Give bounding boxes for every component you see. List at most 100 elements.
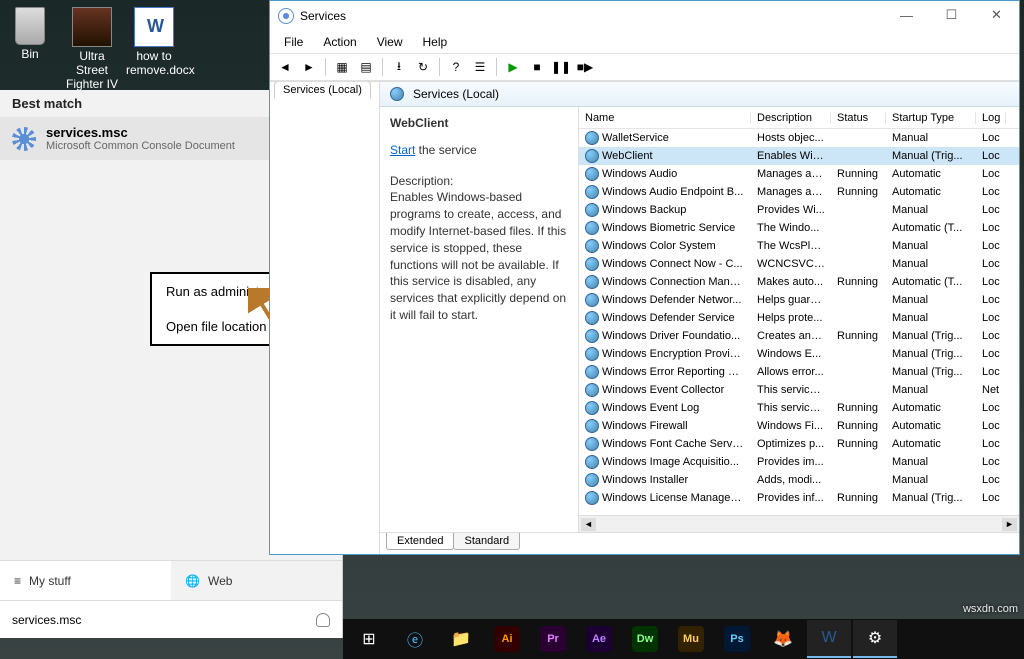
service-icon [585,365,599,379]
service-row[interactable]: Windows Defender ServiceHelps prote...Ma… [579,309,1019,327]
properties-button[interactable]: ▤ [355,56,377,78]
recycle-bin-icon [15,7,45,45]
scroll-left-icon[interactable]: ◄ [581,518,596,531]
taskbar-explorer[interactable]: 📁 [439,620,483,658]
restart-service-button[interactable]: ■▶ [574,56,596,78]
menu-action[interactable]: Action [315,33,364,51]
list-button[interactable]: ☰ [469,56,491,78]
tab-my-stuff[interactable]: ≡My stuff [0,561,171,600]
col-name[interactable]: Name [579,112,751,124]
service-list[interactable]: WalletServiceHosts objec...ManualLocWebC… [579,129,1019,515]
service-row[interactable]: WalletServiceHosts objec...ManualLoc [579,129,1019,147]
service-icon [585,455,599,469]
titlebar[interactable]: Services — ☐ ✕ [270,1,1019,31]
horizontal-scrollbar[interactable]: ◄ ► [579,515,1019,532]
hamburger-icon: ≡ [14,574,21,588]
service-row[interactable]: Windows Driver Foundatio...Creates and..… [579,327,1019,345]
tab-standard[interactable]: Standard [453,533,520,550]
service-row[interactable]: Windows FirewallWindows Fi...RunningAuto… [579,417,1019,435]
menu-help[interactable]: Help [415,33,456,51]
service-row[interactable]: Windows BackupProvides Wi...ManualLoc [579,201,1019,219]
result-subtitle: Microsoft Common Console Document [46,140,235,152]
service-row[interactable]: Windows Connection Mana...Makes auto...R… [579,273,1019,291]
service-icon [585,239,599,253]
taskbar-pr[interactable]: Pr [531,620,575,658]
col-status[interactable]: Status [831,112,886,124]
service-row[interactable]: Windows Color SystemThe WcsPlu...ManualL… [579,237,1019,255]
desktop-icon-usf[interactable]: Ultra Street Fighter IV [62,5,122,93]
service-icon [585,383,599,397]
tree-node-services-local[interactable]: Services (Local) [274,81,371,99]
desktop-icon-bin[interactable]: Bin [0,5,60,93]
toolbar: ◄ ► ▦ ▤ ⭳ ↻ ? ☰ ▶ ■ ❚❚ ■▶ [270,53,1019,81]
refresh-button[interactable]: ↻ [412,56,434,78]
menubar: File Action View Help [270,31,1019,53]
desktop-icon-docx[interactable]: how to remove.docx [124,5,184,93]
taskbar-mu[interactable]: Mu [669,620,713,658]
search-input-text: services.msc [12,613,81,627]
service-row[interactable]: Windows Font Cache ServiceOptimizes p...… [579,435,1019,453]
services-window: Services — ☐ ✕ File Action View Help ◄ ►… [269,0,1020,555]
service-row[interactable]: Windows AudioManages au...RunningAutomat… [579,165,1019,183]
menu-view[interactable]: View [369,33,411,51]
watermark: wsxdn.com [963,603,1018,615]
description-text: Enables Windows-based programs to create… [390,189,568,323]
service-row[interactable]: Windows Event CollectorThis service ...M… [579,381,1019,399]
nav-back-button[interactable]: ◄ [274,56,296,78]
start-service-link[interactable]: Start [390,143,415,157]
detail-header: Services (Local) [380,82,1019,107]
show-hide-tree-button[interactable]: ▦ [331,56,353,78]
service-row[interactable]: Windows Image Acquisitio...Provides im..… [579,453,1019,471]
maximize-button[interactable]: ☐ [929,1,974,29]
taskbar-ps[interactable]: Ps [715,620,759,658]
service-icon [585,257,599,271]
taskbar-word[interactable]: W [807,620,851,658]
minimize-button[interactable]: — [884,1,929,29]
services-app-icon [278,8,294,24]
service-icon [585,131,599,145]
taskbar-edge[interactable]: ⓔ [393,620,437,658]
service-icon [585,347,599,361]
taskbar-firefox[interactable]: 🦊 [761,620,805,658]
service-icon [585,167,599,181]
service-row[interactable]: Windows Biometric ServiceThe Windo...Aut… [579,219,1019,237]
pause-service-button[interactable]: ❚❚ [550,56,572,78]
microphone-icon[interactable] [316,613,330,627]
service-row[interactable]: Windows InstallerAdds, modi...ManualLoc [579,471,1019,489]
service-row[interactable]: WebClientEnables Win...Manual (Trig...Lo… [579,147,1019,165]
service-row[interactable]: Windows Audio Endpoint B...Manages au...… [579,183,1019,201]
list-header: Name Description Status Startup Type Log [579,107,1019,129]
services-icon [390,87,404,101]
globe-icon: 🌐 [185,574,200,588]
taskbar-dw[interactable]: Dw [623,620,667,658]
taskbar-ai[interactable]: Ai [485,620,529,658]
tab-extended[interactable]: Extended [386,533,454,550]
result-title: services.msc [46,125,235,140]
taskbar-ae[interactable]: Ae [577,620,621,658]
task-view-button[interactable]: ⊞ [347,620,391,658]
game-icon [72,7,112,47]
col-startup-type[interactable]: Startup Type [886,112,976,124]
service-row[interactable]: Windows Connect Now - C...WCNCSVC ...Man… [579,255,1019,273]
export-button[interactable]: ⭳ [388,56,410,78]
service-row[interactable]: Windows Defender Networ...Helps guard...… [579,291,1019,309]
stop-service-button[interactable]: ■ [526,56,548,78]
start-service-button[interactable]: ▶ [502,56,524,78]
service-row[interactable]: Windows Error Reporting Se...Allows erro… [579,363,1019,381]
nav-fwd-button[interactable]: ► [298,56,320,78]
service-icon [585,419,599,433]
tree-pane[interactable]: Services (Local) [270,82,380,554]
help-button[interactable]: ? [445,56,467,78]
window-title: Services [300,9,346,23]
taskbar-services[interactable]: ⚙ [853,620,897,658]
tab-web[interactable]: 🌐Web [171,561,342,600]
search-input[interactable]: services.msc [0,600,342,638]
col-logon[interactable]: Log [976,112,1006,124]
menu-file[interactable]: File [276,33,311,51]
service-row[interactable]: Windows Encryption Provid...Windows E...… [579,345,1019,363]
scroll-right-icon[interactable]: ► [1002,518,1017,531]
col-description[interactable]: Description [751,112,831,124]
service-row[interactable]: Windows Event LogThis service ...Running… [579,399,1019,417]
close-button[interactable]: ✕ [974,1,1019,29]
service-row[interactable]: Windows License Manager ...Provides inf.… [579,489,1019,507]
